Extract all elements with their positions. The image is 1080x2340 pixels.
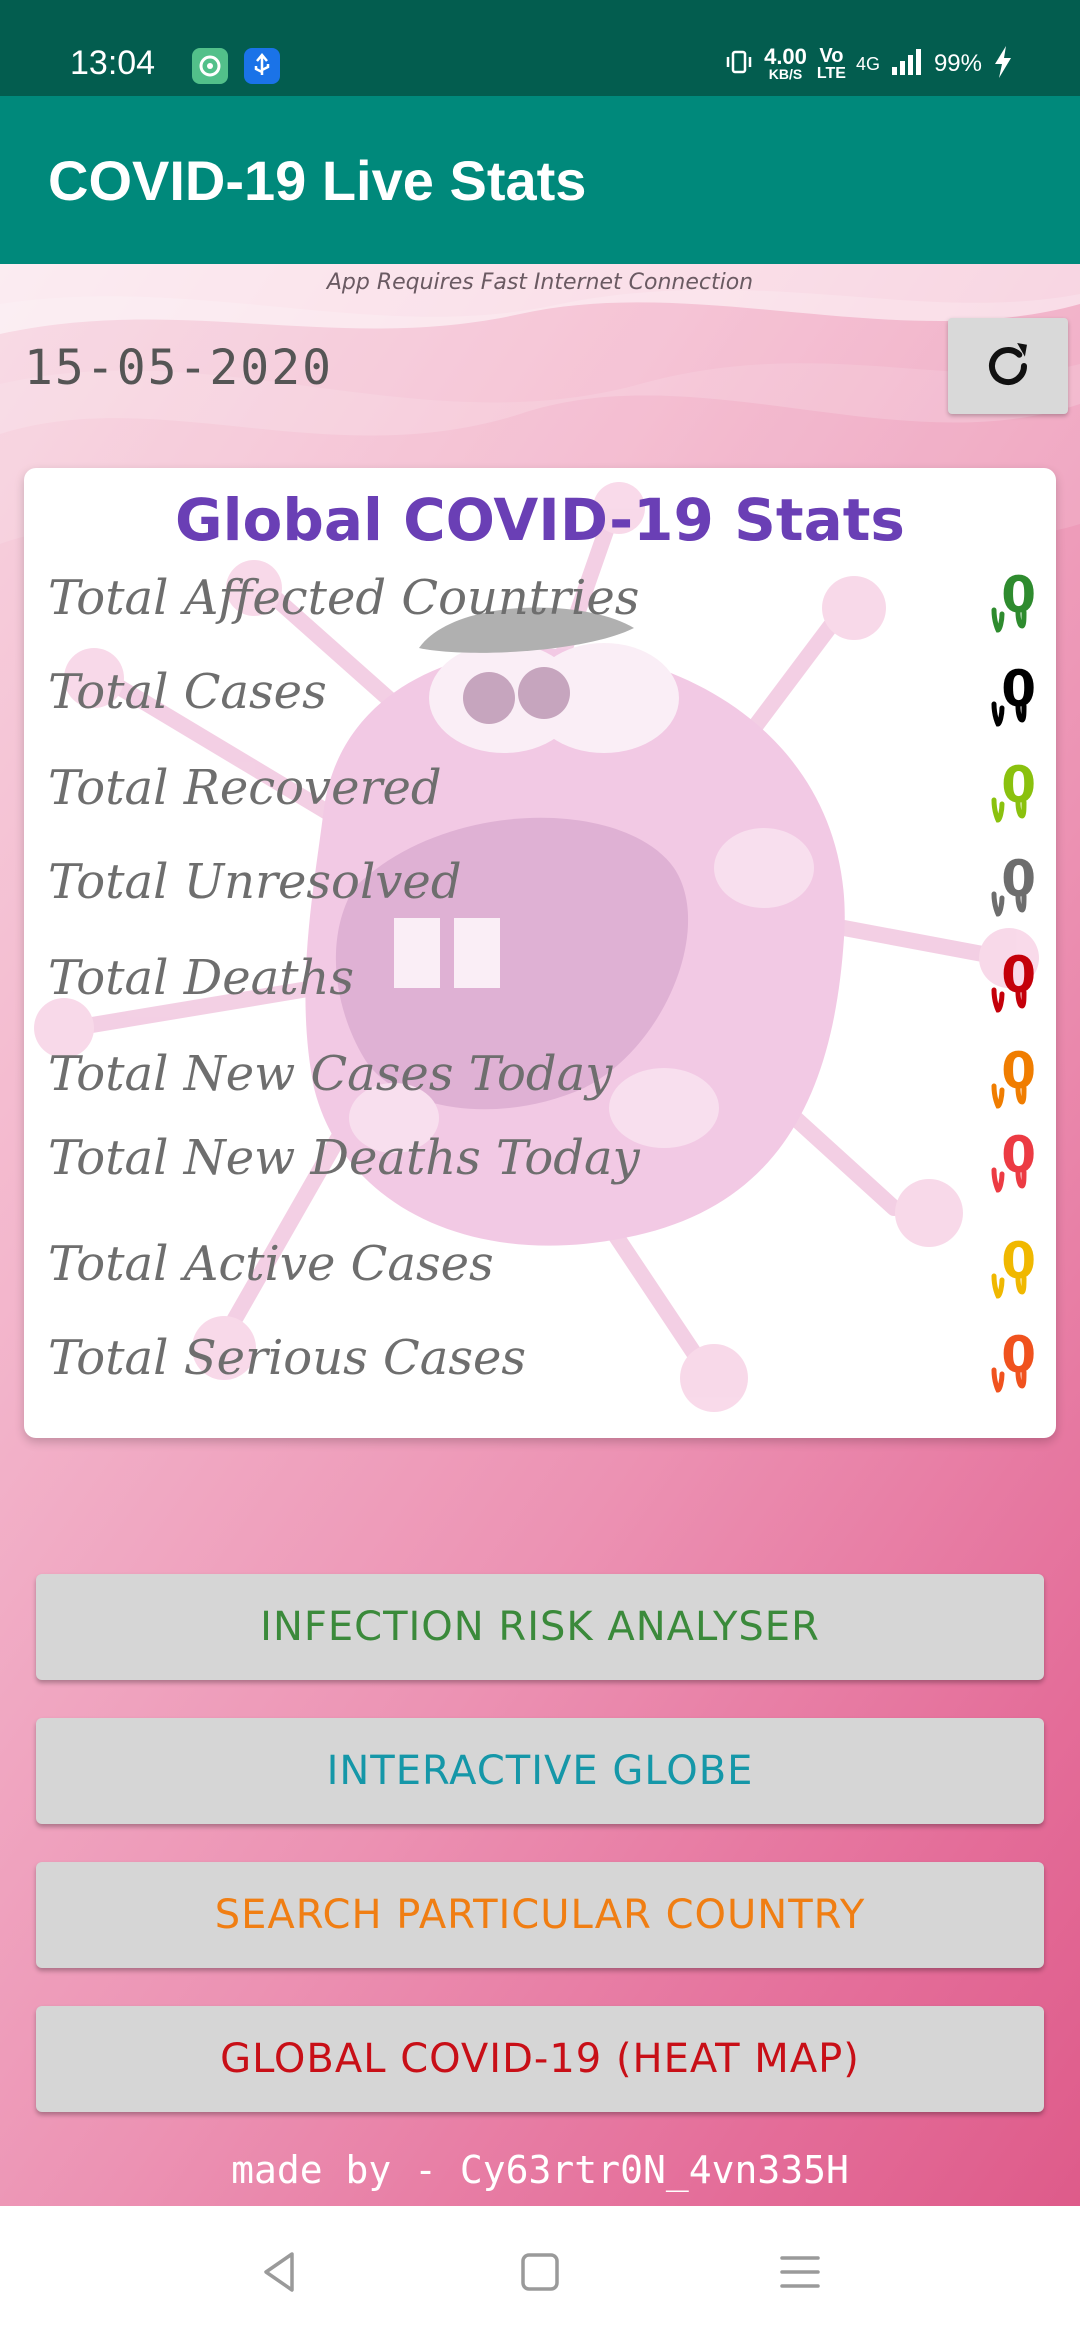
interactive-globe-button[interactable]: INTERACTIVE GLOBE — [36, 1718, 1044, 1824]
battery-charging-icon — [992, 44, 1014, 85]
stat-row: Total Unresolved 0 — [24, 844, 1056, 917]
stat-label: Total Active Cases — [48, 1236, 494, 1292]
stat-row: Total New Cases Today 0 — [24, 1036, 1056, 1109]
stat-label: Total Recovered — [48, 760, 442, 816]
infection-risk-analyser-button[interactable]: INFECTION RISK ANALYSER — [36, 1574, 1044, 1680]
refresh-button[interactable] — [948, 318, 1068, 414]
stat-value: 0 — [1001, 1232, 1036, 1290]
stat-label: Total New Cases Today — [48, 1046, 613, 1102]
stat-row: Total Serious Cases 0 — [24, 1320, 1056, 1393]
stat-label: Total Serious Cases — [48, 1330, 527, 1386]
stat-label: Total Cases — [48, 664, 327, 720]
stat-value: 0 — [1001, 850, 1036, 908]
battery-percent: 99% — [933, 50, 982, 77]
notification-app-icon — [192, 48, 228, 84]
usb-icon — [244, 48, 280, 84]
connection-hint: App Requires Fast Internet Connection — [326, 270, 754, 295]
stat-value: 0 — [1001, 1326, 1036, 1384]
stat-value: 0 — [1001, 946, 1036, 1004]
stat-row: Total Affected Countries 0 — [24, 560, 1056, 633]
status-bar: 13:04 4.00 KB/S Vo LTE 4G 99% — [0, 0, 1080, 96]
status-time: 13:04 — [70, 44, 156, 82]
stat-label: Total Unresolved — [48, 854, 462, 910]
stat-row: Total Active Cases 0 — [24, 1226, 1056, 1299]
stats-card-title: Global COVID-19 Stats — [175, 486, 905, 554]
app-bar: COVID-19 Live Stats — [0, 96, 1080, 264]
search-country-button[interactable]: SEARCH PARTICULAR COUNTRY — [36, 1862, 1044, 1968]
back-icon[interactable] — [250, 2242, 310, 2302]
global-stats-card: Global COVID-19 Stats Total Affected Cou… — [24, 468, 1056, 1438]
menu-icon[interactable] — [770, 2242, 830, 2302]
stat-row: Total New Deaths Today 0 — [24, 1120, 1056, 1193]
network-speed: 4.00 KB/S — [764, 44, 807, 82]
stat-value: 0 — [1001, 660, 1036, 718]
network-type: 4G — [855, 53, 880, 74]
app-title: COVID-19 Live Stats — [48, 149, 587, 212]
stats-date: 15-05-2020 — [24, 340, 333, 396]
main-content: App Requires Fast Internet Connection 15… — [0, 264, 1080, 2206]
stat-label: Total New Deaths Today — [48, 1130, 640, 1186]
heat-map-button[interactable]: GLOBAL COVID-19 (HEAT MAP) — [36, 2006, 1044, 2112]
signal-icon — [890, 47, 924, 82]
vibrate-icon — [724, 47, 754, 82]
stat-value: 0 — [1001, 1126, 1036, 1184]
home-icon[interactable] — [510, 2242, 570, 2302]
stat-label: Total Affected Countries — [48, 570, 640, 626]
refresh-icon — [989, 343, 1027, 385]
stat-value: 0 — [1001, 566, 1036, 624]
stat-row: Total Cases 0 — [24, 654, 1056, 727]
footer-credit: made by - Cy63rtr0N_4vn335H — [231, 2148, 849, 2192]
stat-row: Total Deaths 0 — [24, 940, 1056, 1013]
stat-label: Total Deaths — [48, 950, 355, 1006]
navigation-bar — [0, 2206, 1080, 2340]
stat-value: 0 — [1001, 1042, 1036, 1100]
stat-row: Total Recovered 0 — [24, 750, 1056, 823]
volte-indicator: Vo LTE — [816, 45, 846, 82]
stat-value: 0 — [1001, 756, 1036, 814]
